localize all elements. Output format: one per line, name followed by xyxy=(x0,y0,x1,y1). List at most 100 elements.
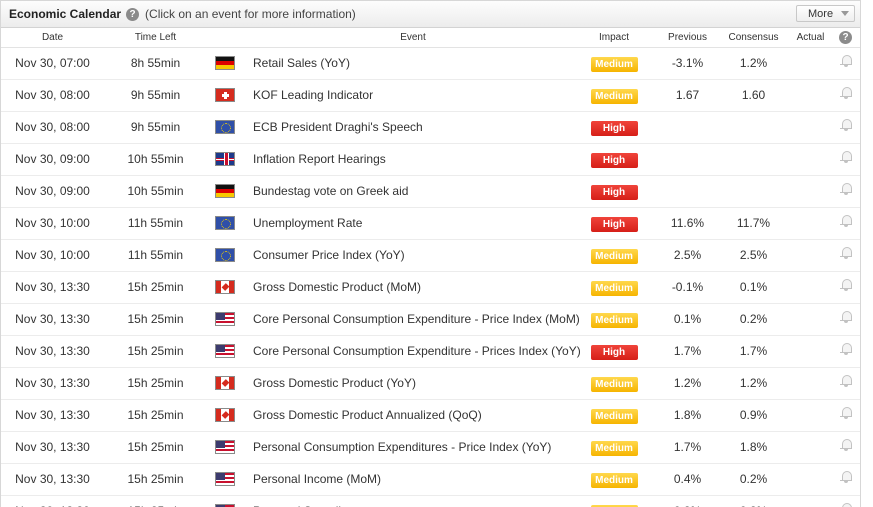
event-consensus: 1.8% xyxy=(739,440,768,454)
impact-badge: Medium xyxy=(590,89,638,104)
flag-de-icon xyxy=(215,56,237,70)
event-name[interactable]: Gross Domestic Product (YoY) xyxy=(253,376,416,390)
table-row[interactable]: Nov 30, 13:30 15h 25min Gross Domestic Pro… xyxy=(1,400,860,432)
table-row[interactable]: Nov 30, 13:30 15h 25min Personal Income (M… xyxy=(1,464,860,496)
event-date: Nov 30, 08:00 xyxy=(15,88,90,102)
impact-badge-wrap: Medium xyxy=(589,56,639,72)
event-date: Nov 30, 13:30 xyxy=(15,472,90,486)
event-previous: 1.7% xyxy=(673,344,702,358)
bell-icon[interactable] xyxy=(833,438,858,455)
impact-badge-wrap: High xyxy=(589,120,639,136)
event-time-left: 15h 25min xyxy=(127,408,184,422)
event-date: Nov 30, 13:30 xyxy=(15,344,90,358)
more-button-label: More xyxy=(808,7,834,20)
event-name[interactable]: Unemployment Rate xyxy=(253,216,362,230)
help-icon[interactable]: ? xyxy=(126,7,140,21)
event-date: Nov 30, 13:30 xyxy=(15,280,90,294)
table-row[interactable]: Nov 30, 08:00 9h 55min KOF Leading Indicat… xyxy=(1,80,860,112)
column-header-consensus[interactable]: Consensus xyxy=(722,32,785,43)
event-name[interactable]: Bundestag vote on Greek aid xyxy=(253,184,408,198)
bell-icon[interactable] xyxy=(833,374,858,391)
bell-icon[interactable] xyxy=(833,246,858,263)
bell-icon[interactable] xyxy=(833,150,858,167)
flag-us-icon xyxy=(215,440,237,454)
bell-icon[interactable] xyxy=(833,118,858,135)
bell-icon[interactable] xyxy=(833,54,858,71)
impact-badge: Medium xyxy=(590,473,638,488)
bell-icon[interactable] xyxy=(833,278,858,295)
table-row[interactable]: Nov 30, 13:3015h 25minPersonal SpendingM… xyxy=(1,496,860,507)
event-consensus: 1.2% xyxy=(739,56,768,70)
column-header-date[interactable]: Date xyxy=(1,32,104,43)
event-name[interactable]: Consumer Price Index (YoY) xyxy=(253,248,405,262)
title-bar: Economic Calendar ? (Click on an event f… xyxy=(1,1,860,28)
column-header-event[interactable]: Event xyxy=(237,32,589,43)
bell-icon[interactable] xyxy=(833,86,858,103)
table-row[interactable]: Nov 30, 13:30 15h 25min Personal Consumpti… xyxy=(1,432,860,464)
flag-ch-icon xyxy=(215,88,237,102)
event-name[interactable]: Core Personal Consumption Expenditure - … xyxy=(253,312,580,326)
column-header-previous[interactable]: Previous xyxy=(656,32,719,43)
column-header-actual[interactable]: Actual xyxy=(788,32,833,43)
event-previous: 0.1% xyxy=(673,312,702,326)
event-name[interactable]: Inflation Report Hearings xyxy=(253,152,386,166)
chevron-down-icon xyxy=(841,11,849,16)
impact-badge-wrap: Medium xyxy=(589,408,639,424)
impact-badge-wrap: High xyxy=(589,344,639,360)
widget-subtitle: (Click on an event for more information) xyxy=(145,7,356,21)
table-row[interactable]: Nov 30, 10:00 11h 55min Unemployment Rate H… xyxy=(1,208,860,240)
column-header-impact[interactable]: Impact xyxy=(589,32,639,43)
bell-icon[interactable] xyxy=(833,342,858,359)
event-consensus: 2.5% xyxy=(739,248,768,262)
event-time-left: 15h 25min xyxy=(127,440,184,454)
impact-badge-wrap: Medium xyxy=(589,312,639,328)
table-row[interactable]: Nov 30, 13:30 15h 25min Gross Domestic Pro… xyxy=(1,272,860,304)
event-name[interactable]: Gross Domestic Product Annualized (QoQ) xyxy=(253,408,482,422)
table-row[interactable]: Nov 30, 13:30 15h 25min Gross Domestic Pro… xyxy=(1,368,860,400)
bell-icon[interactable] xyxy=(833,502,858,507)
bell-icon[interactable] xyxy=(833,470,858,487)
bell-icon[interactable] xyxy=(833,406,858,423)
event-name[interactable]: ECB President Draghi's Speech xyxy=(253,120,423,134)
flag-eu-icon xyxy=(215,120,237,134)
economic-calendar-widget: Economic Calendar ? (Click on an event f… xyxy=(0,0,861,507)
table-row[interactable]: Nov 30, 10:00 11h 55min Consumer Price Ind… xyxy=(1,240,860,272)
column-header-time-left[interactable]: Time Left xyxy=(104,32,207,43)
event-time-left: 15h 25min xyxy=(127,280,184,294)
event-date: Nov 30, 07:00 xyxy=(15,56,90,70)
table-row[interactable]: Nov 30, 07:00 8h 55min Retail Sales (YoY) M… xyxy=(1,48,860,80)
impact-badge: Medium xyxy=(590,281,638,296)
table-row[interactable]: Nov 30, 08:00 9h 55min ECB President Dragh… xyxy=(1,112,860,144)
bell-icon[interactable] xyxy=(833,182,858,199)
event-date: Nov 30, 13:30 xyxy=(15,312,90,326)
flag-gb-icon xyxy=(215,152,237,166)
event-previous: 1.8% xyxy=(673,408,702,422)
table-row[interactable]: Nov 30, 13:30 15h 25min Core Personal Cons… xyxy=(1,336,860,368)
event-consensus: 0.2% xyxy=(739,472,768,486)
table-row[interactable]: Nov 30, 09:00 10h 55min Bundestag vote on … xyxy=(1,176,860,208)
event-date: Nov 30, 09:00 xyxy=(15,152,90,166)
event-date: Nov 30, 13:30 xyxy=(15,408,90,422)
scrollbar[interactable] xyxy=(861,0,873,507)
event-time-left: 8h 55min xyxy=(130,56,181,70)
bell-icon[interactable] xyxy=(833,310,858,327)
event-date: Nov 30, 13:30 xyxy=(15,440,90,454)
bell-icon[interactable] xyxy=(833,214,858,231)
event-name[interactable]: Personal Consumption Expenditures - Pric… xyxy=(253,440,551,454)
impact-badge: Medium xyxy=(590,377,638,392)
flag-ca-icon xyxy=(215,408,237,422)
event-name[interactable]: Retail Sales (YoY) xyxy=(253,56,350,70)
flag-ca-icon xyxy=(215,280,237,294)
event-name[interactable]: Personal Income (MoM) xyxy=(253,472,381,486)
help-icon[interactable]: ? xyxy=(839,31,852,44)
more-dropdown-button[interactable]: More xyxy=(796,5,855,22)
impact-badge: High xyxy=(590,217,638,232)
event-name[interactable]: Core Personal Consumption Expenditure - … xyxy=(253,344,581,358)
event-name[interactable]: KOF Leading Indicator xyxy=(253,88,373,102)
event-consensus: 1.2% xyxy=(739,376,768,390)
flag-ca-icon xyxy=(215,376,237,390)
table-row[interactable]: Nov 30, 09:00 10h 55min Inflation Report H… xyxy=(1,144,860,176)
impact-badge-wrap: High xyxy=(589,184,639,200)
table-row[interactable]: Nov 30, 13:30 15h 25min Core Personal Cons… xyxy=(1,304,860,336)
event-name[interactable]: Gross Domestic Product (MoM) xyxy=(253,280,421,294)
